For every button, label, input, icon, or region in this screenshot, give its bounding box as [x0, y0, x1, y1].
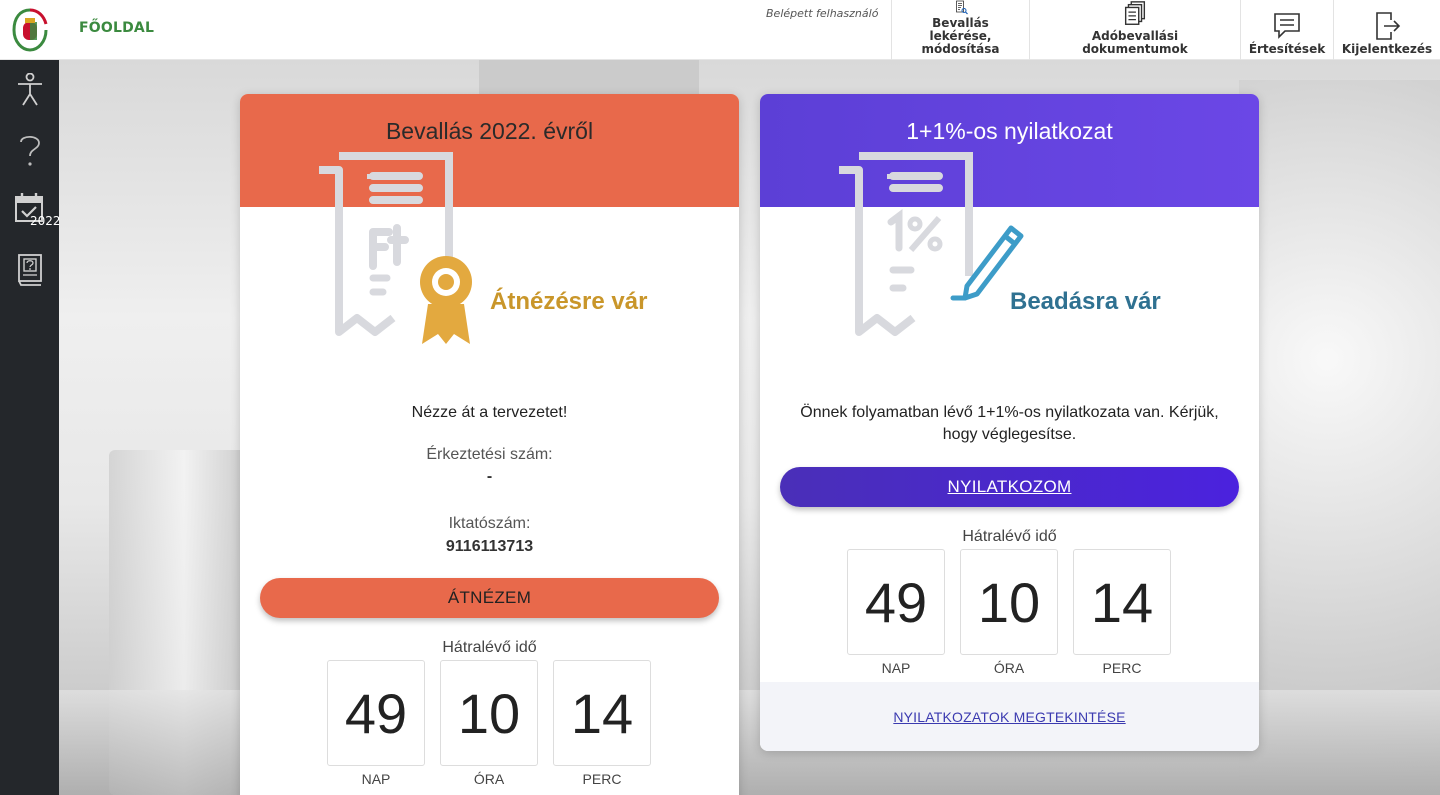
- timer-minutes-unit: PERC: [582, 771, 622, 787]
- timer-minutes-value: 14: [553, 660, 651, 766]
- arrival-number-label: Érkeztetési szám:: [426, 446, 553, 463]
- logged-user-label: Belépett felhasználó: [766, 7, 879, 20]
- donation-card-footer: NYILATKOZATOK MEGTEKINTÉSE: [760, 682, 1259, 751]
- remaining-time-label: Hátralévő idő: [962, 528, 1057, 545]
- top-nav: Bevallás lekérése, módosítása Adóbevallás…: [891, 0, 1440, 60]
- nav-declaration-query-label: Bevallás lekérése, módosítása: [921, 16, 1000, 56]
- nav-logout[interactable]: Kijelentkezés: [1333, 0, 1440, 60]
- timer-minutes-unit: PERC: [1102, 660, 1142, 676]
- timer-days: 49 NAP: [327, 660, 425, 787]
- tax-document-illustration-icon: [319, 152, 472, 344]
- registration-number-label: Iktatószám:: [448, 515, 531, 532]
- sidebar-year-badge: 2022: [30, 214, 61, 228]
- timer-hours-value: 10: [440, 660, 538, 766]
- home-link[interactable]: FŐOLDAL: [79, 20, 154, 36]
- bg-flowers: [1239, 80, 1440, 780]
- timer-minutes: 14 PERC: [553, 660, 651, 787]
- timer-hours: 10 ÓRA: [960, 549, 1058, 676]
- nav-declaration-query[interactable]: Bevallás lekérése, módosítása: [891, 0, 1029, 60]
- arrival-number-value: -: [486, 468, 493, 485]
- tax-return-status: Átnézésre vár: [490, 288, 648, 315]
- sidebar-accessibility[interactable]: [0, 62, 59, 118]
- nav-logout-label: Kijelentkezés: [1341, 42, 1433, 56]
- nav-tax-documents[interactable]: Adóbevallási dokumentumok: [1029, 0, 1240, 60]
- countdown-timer: 49 NAP 10 ÓRA 14 PERC: [327, 660, 651, 787]
- timer-days-unit: NAP: [361, 771, 391, 787]
- countdown-timer: 49 NAP 10 ÓRA 14 PERC: [847, 549, 1171, 676]
- declaration-document-illustration-icon: [839, 152, 1024, 336]
- donation-message-line1: Önnek folyamatban lévő 1+1%-os nyilatkoz…: [800, 404, 1219, 421]
- sidebar-help-book[interactable]: [0, 242, 59, 298]
- nav-notifications[interactable]: Értesítések: [1240, 0, 1333, 60]
- tax-return-message: Nézze át a tervezetet!: [411, 404, 568, 421]
- top-header: FŐOLDAL Belépett felhasználó Bevallás le…: [0, 0, 1440, 60]
- help-book-icon: [17, 254, 42, 286]
- registration-number-value: 9116113713: [445, 538, 534, 555]
- timer-minutes-value: 14: [1073, 549, 1171, 655]
- tax-return-card: Bevallás 2022. évről Átnézésre vár Nézze…: [240, 94, 739, 795]
- sidebar: 2022: [0, 60, 61, 795]
- donation-declaration-card: 1+1%-os nyilatkozat Beadásra vár Önnek f…: [760, 94, 1259, 751]
- remaining-time-label: Hátralévő idő: [442, 639, 537, 656]
- timer-hours-value: 10: [960, 549, 1058, 655]
- timer-days-value: 49: [327, 660, 425, 766]
- document-search-icon: [955, 0, 968, 15]
- timer-hours: 10 ÓRA: [440, 660, 538, 787]
- timer-hours-unit: ÓRA: [473, 771, 505, 787]
- sidebar-help[interactable]: [0, 122, 59, 178]
- nav-tax-documents-label: Adóbevallási dokumentumok: [1082, 29, 1188, 56]
- message-icon: [1274, 13, 1300, 39]
- donation-message-line2: hogy véglegesítse.: [942, 426, 1077, 443]
- documents-stack-icon: [1124, 1, 1146, 25]
- coat-of-arms-icon: [11, 8, 47, 52]
- declare-button[interactable]: NYILATKOZOM: [780, 467, 1239, 507]
- view-declarations-link[interactable]: NYILATKOZATOK MEGTEKINTÉSE: [893, 709, 1125, 725]
- accessibility-icon: [17, 73, 42, 106]
- timer-days: 49 NAP: [847, 549, 945, 676]
- government-logo[interactable]: [0, 0, 59, 60]
- timer-days-value: 49: [847, 549, 945, 655]
- review-button[interactable]: ÁTNÉZEM: [260, 578, 719, 618]
- donation-status: Beadásra vár: [1010, 288, 1161, 315]
- timer-minutes: 14 PERC: [1073, 549, 1171, 676]
- nav-notifications-label: Értesítések: [1248, 42, 1326, 56]
- timer-hours-unit: ÓRA: [993, 660, 1025, 676]
- logout-icon: [1376, 12, 1401, 40]
- help-icon: [19, 135, 40, 166]
- timer-days-unit: NAP: [881, 660, 911, 676]
